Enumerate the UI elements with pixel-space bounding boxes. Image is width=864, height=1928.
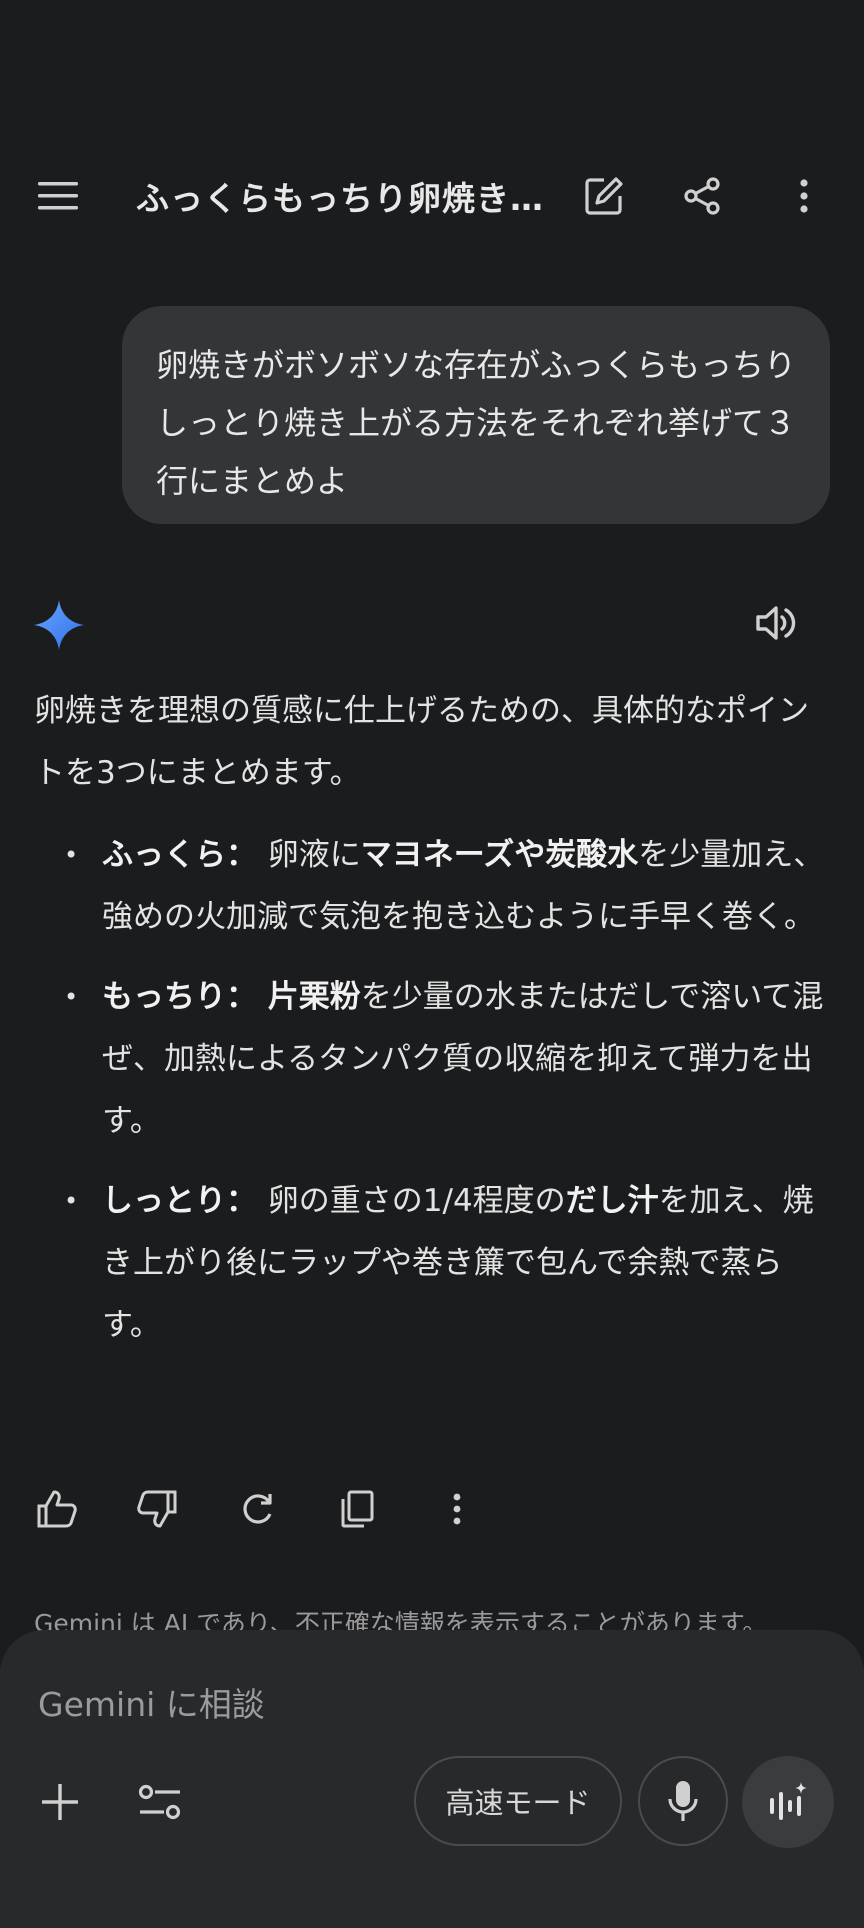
response-bullet: もっちり： 片栗粉を少量の水またはだしで溶いて混ぜ、加熱によるタンパク質の収縮を… [34,966,834,1152]
bullet-emphasis: だし汁 [565,1183,659,1219]
bullet-label: しっとり： [102,1183,268,1219]
response-intro: 卵焼きを理想の質感に仕上げるための、具体的なポイントを3つにまとめます。 [34,693,809,791]
response-bullet: ふっくら： 卵液にマヨネーズや炭酸水を少量加え、強めの火加減で気泡を抱き込むよう… [34,824,834,948]
tools-button[interactable] [128,1770,192,1834]
chat-title[interactable]: ふっくらもっちり卵焼き… [136,172,544,220]
bullet-emphasis: 片栗粉 [267,979,361,1015]
thumbs-up-icon [37,1490,77,1528]
mode-label: 高速モード [445,1786,591,1820]
share-button[interactable] [670,164,734,228]
read-aloud-button[interactable] [754,600,804,650]
gemini-sparkle-icon [34,600,84,650]
menu-button[interactable] [26,164,90,228]
share-icon [684,177,720,215]
add-attachment-button[interactable] [28,1770,92,1834]
mode-selector-button[interactable]: 高速モード [414,1756,622,1846]
tune-icon [138,1784,181,1820]
more-vert-icon [800,179,808,213]
menu-icon [38,182,78,210]
microphone-icon [668,1781,698,1821]
live-mode-button[interactable] [742,1756,834,1848]
new-chat-button[interactable] [572,164,636,228]
response-bullet: しっとり： 卵の重さの1/4程度のだし汁を加え、焼き上がり後にラップや巻き簾で包… [34,1170,834,1356]
bullet-label: ふっくら： [102,837,268,873]
composer: Gemini に相談 高速モード [0,1630,864,1928]
edit-icon [585,177,623,215]
response-bullet-list: ふっくら： 卵液にマヨネーズや炭酸水を少量加え、強めの火加減で気泡を抱き込むよう… [34,824,834,1356]
copy-button[interactable] [334,1486,380,1532]
more-vert-icon [453,1493,461,1525]
speaker-icon [756,606,796,640]
bullet-label: もっちり： [102,979,268,1015]
copy-icon [341,1490,374,1528]
refresh-icon [243,1494,272,1524]
regenerate-button[interactable] [234,1486,280,1532]
plus-icon [42,1784,78,1820]
bullet-emphasis: マヨネーズや炭酸水 [360,837,639,873]
thumbs-down-icon [137,1490,177,1528]
thumbs-up-button[interactable] [34,1486,80,1532]
microphone-button[interactable] [638,1756,728,1846]
prompt-input[interactable]: Gemini に相談 [38,1678,265,1726]
user-message-bubble[interactable]: 卵焼きがボソボソな存在がふっくらもっちりしっとり焼き上がる方法をそれぞれ挙げて３… [122,306,830,524]
model-response: 卵焼きを理想の質感に仕上げるための、具体的なポイントを3つにまとめます。 ふっく… [34,680,834,1374]
more-options-button[interactable] [772,164,836,228]
response-more-button[interactable] [434,1486,480,1532]
bullet-text: 卵の重さの1/4程度の [267,1183,566,1219]
bullet-text: 卵液に [267,837,361,873]
live-waveform-icon [770,1782,807,1820]
thumbs-down-button[interactable] [134,1486,180,1532]
